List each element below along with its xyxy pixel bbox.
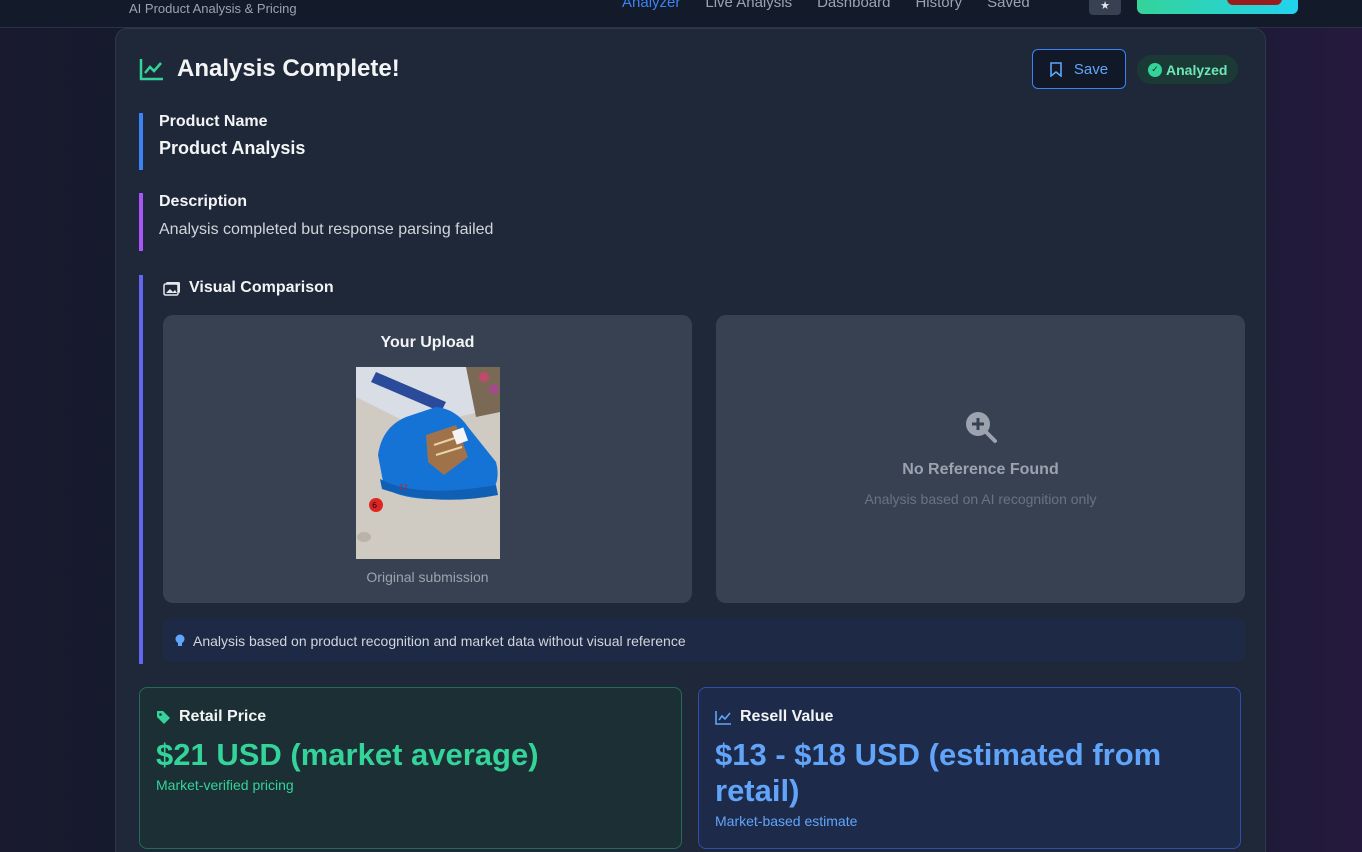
analysis-note: Analysis based on product recognition an…: [163, 619, 1245, 662]
retail-price-subtitle: Market-verified pricing: [156, 777, 294, 793]
upload-title: Your Upload: [380, 334, 475, 351]
visual-comparison-section: Visual Comparison Your Upload 6 12 Origi…: [139, 275, 1245, 664]
resell-value-amount: $13 - $18 USD (estimated from retail): [715, 737, 1162, 808]
main-nav: Analyzer Live Analysis Dashboard History…: [622, 0, 1030, 11]
save-button[interactable]: Save: [1032, 49, 1126, 89]
save-button-label: Save: [1073, 60, 1109, 78]
settings-button[interactable]: ★: [1089, 0, 1121, 15]
resell-value-label: Resell Value: [740, 708, 834, 725]
no-reference-subtitle: Analysis based on AI recognition only: [864, 491, 1097, 507]
status-badge: ✓ Analyzed: [1137, 55, 1239, 84]
nav-live-analysis[interactable]: Live Analysis: [705, 0, 792, 11]
gear-icon: ★: [1100, 0, 1110, 12]
result-header: Analysis Complete!: [139, 55, 400, 83]
images-icon: [163, 281, 180, 296]
chart-line-icon: [715, 710, 731, 725]
resell-value-card: Resell Value $13 - $18 USD (estimated fr…: [698, 687, 1241, 849]
search-plus-icon: [966, 412, 997, 443]
reference-panel: No Reference Found Analysis based on AI …: [716, 315, 1245, 603]
no-reference-title: No Reference Found: [902, 461, 1059, 478]
nav-history[interactable]: History: [915, 0, 962, 11]
nav-analyzer[interactable]: Analyzer: [622, 0, 680, 11]
product-name-label: Product Name: [159, 113, 268, 130]
svg-text:12: 12: [399, 483, 408, 491]
analysis-note-text: Analysis based on product recognition an…: [193, 632, 686, 649]
top-navbar: resello AI Product Analysis & Pricing An…: [0, 0, 1362, 28]
product-name-value: Product Analysis: [159, 138, 306, 158]
upgrade-button[interactable]: [1137, 0, 1298, 14]
lightbulb-icon: [175, 634, 185, 646]
chart-line-icon: [139, 59, 163, 81]
plan-badge: [1227, 0, 1282, 5]
retail-price-card: Retail Price $21 USD (market average) Ma…: [139, 687, 682, 849]
tag-icon: [157, 710, 170, 724]
brand-tagline: AI Product Analysis & Pricing: [129, 1, 297, 16]
resell-value-subtitle: Market-based estimate: [715, 813, 858, 829]
bookmark-icon: [1050, 61, 1062, 77]
visual-comparison-label: Visual Comparison: [189, 279, 334, 296]
upload-panel: Your Upload 6 12 Original submission: [163, 315, 692, 603]
page-title: Analysis Complete!: [177, 55, 400, 82]
description-value: Analysis completed but response parsing …: [159, 221, 494, 238]
description-label: Description: [159, 193, 248, 210]
check-circle-icon: ✓: [1148, 62, 1162, 77]
upload-caption: Original submission: [366, 569, 489, 585]
nav-saved[interactable]: Saved: [987, 0, 1030, 11]
svg-text:6: 6: [372, 501, 377, 510]
retail-price-value: $21 USD (market average): [156, 737, 539, 772]
visual-comparison-header: Visual Comparison: [163, 279, 334, 297]
description-section: Description Analysis completed but respo…: [139, 193, 493, 251]
uploaded-product-image[interactable]: 6 12: [356, 367, 500, 559]
analysis-result-card: Analysis Complete! Save ✓ Analyzed Produ…: [115, 28, 1266, 852]
status-badge-label: Analyzed: [1166, 61, 1228, 78]
product-name-section: Product Name Product Analysis: [139, 113, 305, 170]
resell-value-header: Resell Value: [715, 708, 1224, 726]
retail-price-label: Retail Price: [179, 708, 267, 725]
retail-price-header: Retail Price: [156, 708, 665, 726]
nav-dashboard[interactable]: Dashboard: [817, 0, 890, 11]
brand-logo[interactable]: resello: [94, 0, 118, 1]
